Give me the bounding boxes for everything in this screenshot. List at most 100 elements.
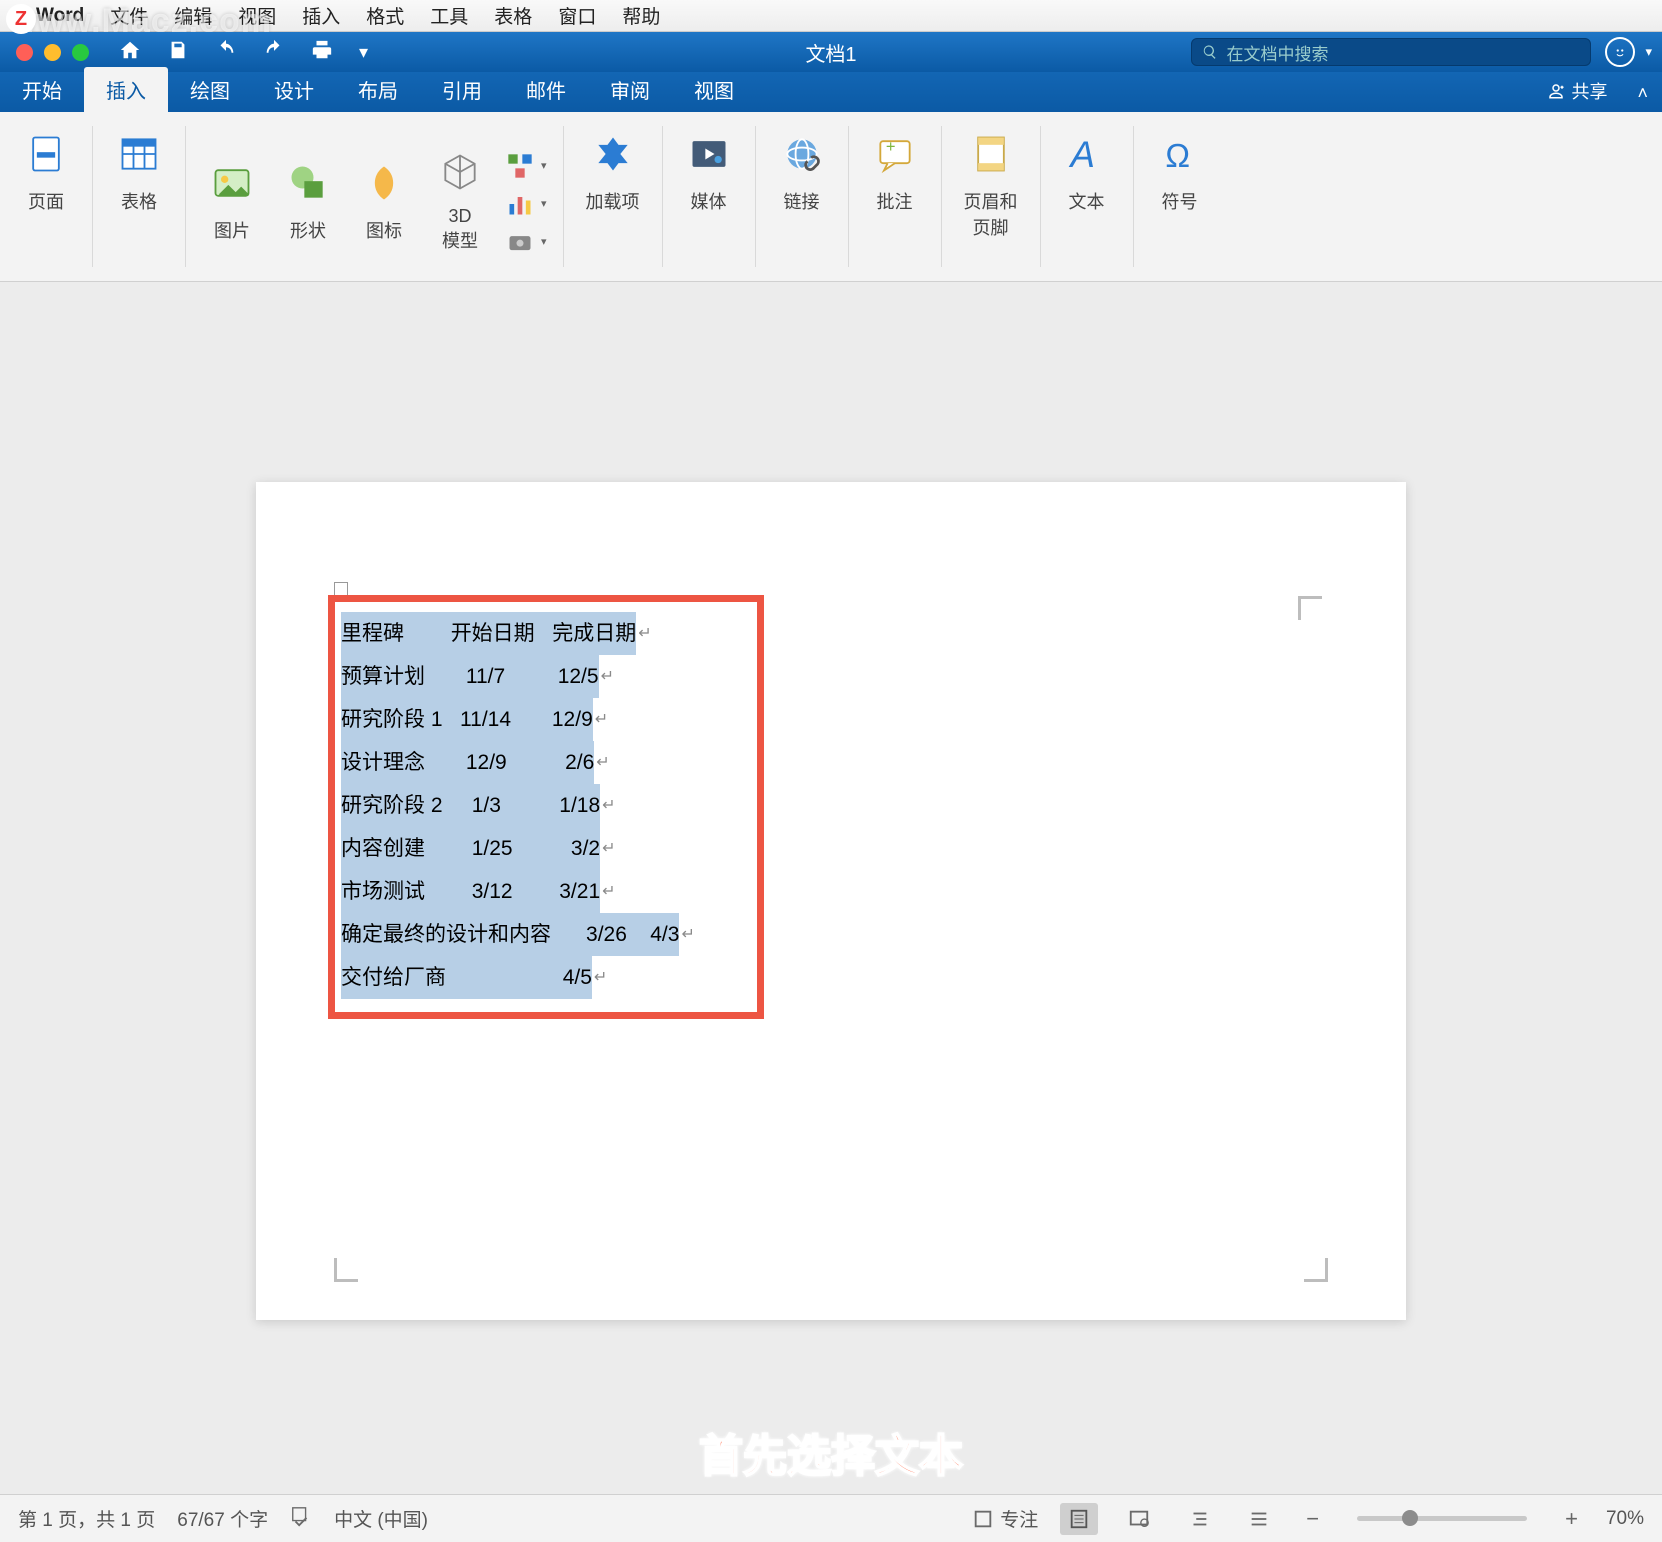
- menu-edit[interactable]: 编辑: [174, 2, 212, 29]
- pages-button[interactable]: 页面: [10, 126, 82, 218]
- menu-file[interactable]: 文件: [110, 2, 148, 29]
- cell: 3/2: [571, 827, 600, 870]
- save-icon[interactable]: [167, 39, 189, 66]
- table-button[interactable]: 表格: [103, 126, 175, 218]
- menu-insert[interactable]: 插入: [302, 2, 340, 29]
- tab-review[interactable]: 审阅: [588, 67, 672, 112]
- mac-menubar: Word 文件 编辑 视图 插入 格式 工具 表格 窗口 帮助: [0, 0, 1662, 32]
- zoom-slider[interactable]: [1357, 1516, 1527, 1521]
- cell: 3/26: [586, 913, 627, 956]
- word-count[interactable]: 67/67 个字: [177, 1505, 268, 1532]
- col-header: 开始日期: [451, 612, 535, 655]
- annotation-caption: 首先选择文本: [699, 1420, 963, 1484]
- cell: 4/3: [650, 913, 679, 956]
- menu-view[interactable]: 视图: [238, 2, 276, 29]
- zoom-level[interactable]: 70%: [1606, 1508, 1644, 1530]
- tab-design[interactable]: 设计: [252, 67, 336, 112]
- margin-corner-icon: [1298, 596, 1328, 626]
- feedback-icon[interactable]: [1605, 37, 1635, 67]
- tab-view[interactable]: 视图: [672, 67, 756, 112]
- cell: 1/25: [472, 827, 513, 870]
- headerfooter-label: 页眉和 页脚: [964, 188, 1018, 240]
- z-logo-icon: Z: [6, 4, 36, 34]
- share-label: 共享: [1571, 78, 1607, 104]
- document-canvas[interactable]: 里程碑 开始日期 完成日期↵ 预算计划 11/7 12/5↵ 研究阶段 1 11…: [0, 282, 1662, 1494]
- cell: 设计理念: [341, 741, 425, 784]
- undo-icon[interactable]: [215, 39, 237, 66]
- document-page[interactable]: 里程碑 开始日期 完成日期↵ 预算计划 11/7 12/5↵ 研究阶段 1 11…: [256, 482, 1406, 1320]
- spellcheck-icon[interactable]: [290, 1505, 312, 1533]
- ribbon-tabs: 开始 插入 绘图 设计 布局 引用 邮件 审阅 视图 共享 ˄: [0, 72, 1662, 112]
- zoom-icon[interactable]: [72, 44, 89, 61]
- web-layout-view-icon[interactable]: [1120, 1503, 1158, 1535]
- icons-button[interactable]: 图标: [348, 155, 420, 247]
- chart-button[interactable]: ▾: [500, 188, 553, 220]
- share-button[interactable]: 共享: [1531, 70, 1623, 112]
- cell: 1/18: [559, 784, 600, 827]
- links-label: 链接: [784, 188, 820, 214]
- search-input[interactable]: 在文档中搜索: [1191, 38, 1591, 66]
- qat-dropdown-icon[interactable]: ▾: [359, 42, 368, 63]
- 3dmodel-button[interactable]: 3D 模型: [424, 144, 496, 257]
- 3dmodel-label: 3D 模型: [442, 206, 478, 253]
- outline-view-icon[interactable]: [1180, 1503, 1218, 1535]
- focus-icon[interactable]: 专注: [972, 1505, 1038, 1532]
- cell: 4/5: [563, 956, 592, 999]
- addins-button[interactable]: 加载项: [574, 126, 652, 218]
- cell: 内容创建: [341, 827, 425, 870]
- redo-icon[interactable]: [263, 39, 285, 66]
- search-icon: [1202, 44, 1218, 60]
- draft-view-icon[interactable]: [1240, 1503, 1278, 1535]
- cell: 12/9: [466, 741, 507, 784]
- minimize-icon[interactable]: [44, 44, 61, 61]
- pages-label: 页面: [28, 188, 64, 214]
- home-icon[interactable]: [119, 39, 141, 66]
- close-icon[interactable]: [16, 44, 33, 61]
- cell: 研究阶段 1: [341, 698, 443, 741]
- menu-tools[interactable]: 工具: [430, 2, 468, 29]
- zoom-slider-knob[interactable]: [1402, 1510, 1418, 1526]
- headerfooter-button[interactable]: 页眉和 页脚: [952, 126, 1030, 244]
- table-anchor-icon[interactable]: [334, 582, 348, 596]
- page-count[interactable]: 第 1 页，共 1 页: [18, 1505, 155, 1532]
- text-button[interactable]: A文本: [1051, 126, 1123, 218]
- picture-button[interactable]: 图片: [196, 155, 268, 247]
- menu-table[interactable]: 表格: [494, 2, 532, 29]
- menu-window[interactable]: 窗口: [558, 2, 596, 29]
- tab-home[interactable]: 开始: [0, 67, 84, 112]
- svg-text:+: +: [885, 138, 895, 156]
- shapes-label: 形状: [290, 217, 326, 243]
- symbol-button[interactable]: Ω符号: [1144, 126, 1216, 218]
- tab-draw[interactable]: 绘图: [168, 67, 252, 112]
- menu-help[interactable]: 帮助: [622, 2, 660, 29]
- language-label[interactable]: 中文 (中国): [334, 1505, 428, 1532]
- menu-format[interactable]: 格式: [366, 2, 404, 29]
- cell: 11/7: [466, 655, 505, 698]
- screenshot-button[interactable]: ▾: [500, 226, 553, 258]
- selected-text-block[interactable]: 里程碑 开始日期 完成日期↵ 预算计划 11/7 12/5↵ 研究阶段 1 11…: [341, 612, 695, 999]
- smartart-button[interactable]: ▾: [500, 150, 553, 182]
- collapse-ribbon-icon[interactable]: ˄: [1623, 75, 1662, 112]
- tab-mailings[interactable]: 邮件: [504, 67, 588, 112]
- cell: 2/6: [565, 741, 594, 784]
- text-label: 文本: [1069, 188, 1105, 214]
- zoom-in-button[interactable]: +: [1559, 1506, 1584, 1532]
- cell: 研究阶段 2: [341, 784, 443, 827]
- shapes-button[interactable]: 形状: [272, 155, 344, 247]
- tab-layout[interactable]: 布局: [336, 67, 420, 112]
- app-name[interactable]: Word: [36, 5, 84, 27]
- tab-insert[interactable]: 插入: [84, 67, 168, 112]
- margin-corner-icon: [1298, 1252, 1328, 1282]
- print-layout-view-icon[interactable]: [1060, 1503, 1098, 1535]
- comment-button[interactable]: +批注: [859, 126, 931, 218]
- feedback-dropdown-icon[interactable]: ▾: [1645, 44, 1652, 60]
- cell: 预算计划: [341, 655, 425, 698]
- media-button[interactable]: 媒体: [673, 126, 745, 218]
- svg-text:Ω: Ω: [1165, 137, 1190, 174]
- tab-references[interactable]: 引用: [420, 67, 504, 112]
- print-icon[interactable]: [311, 39, 333, 66]
- zoom-out-button[interactable]: −: [1300, 1506, 1325, 1532]
- links-button[interactable]: 链接: [766, 126, 838, 218]
- cell: 交付给厂商: [341, 956, 446, 999]
- cell: 11/14: [460, 698, 511, 741]
